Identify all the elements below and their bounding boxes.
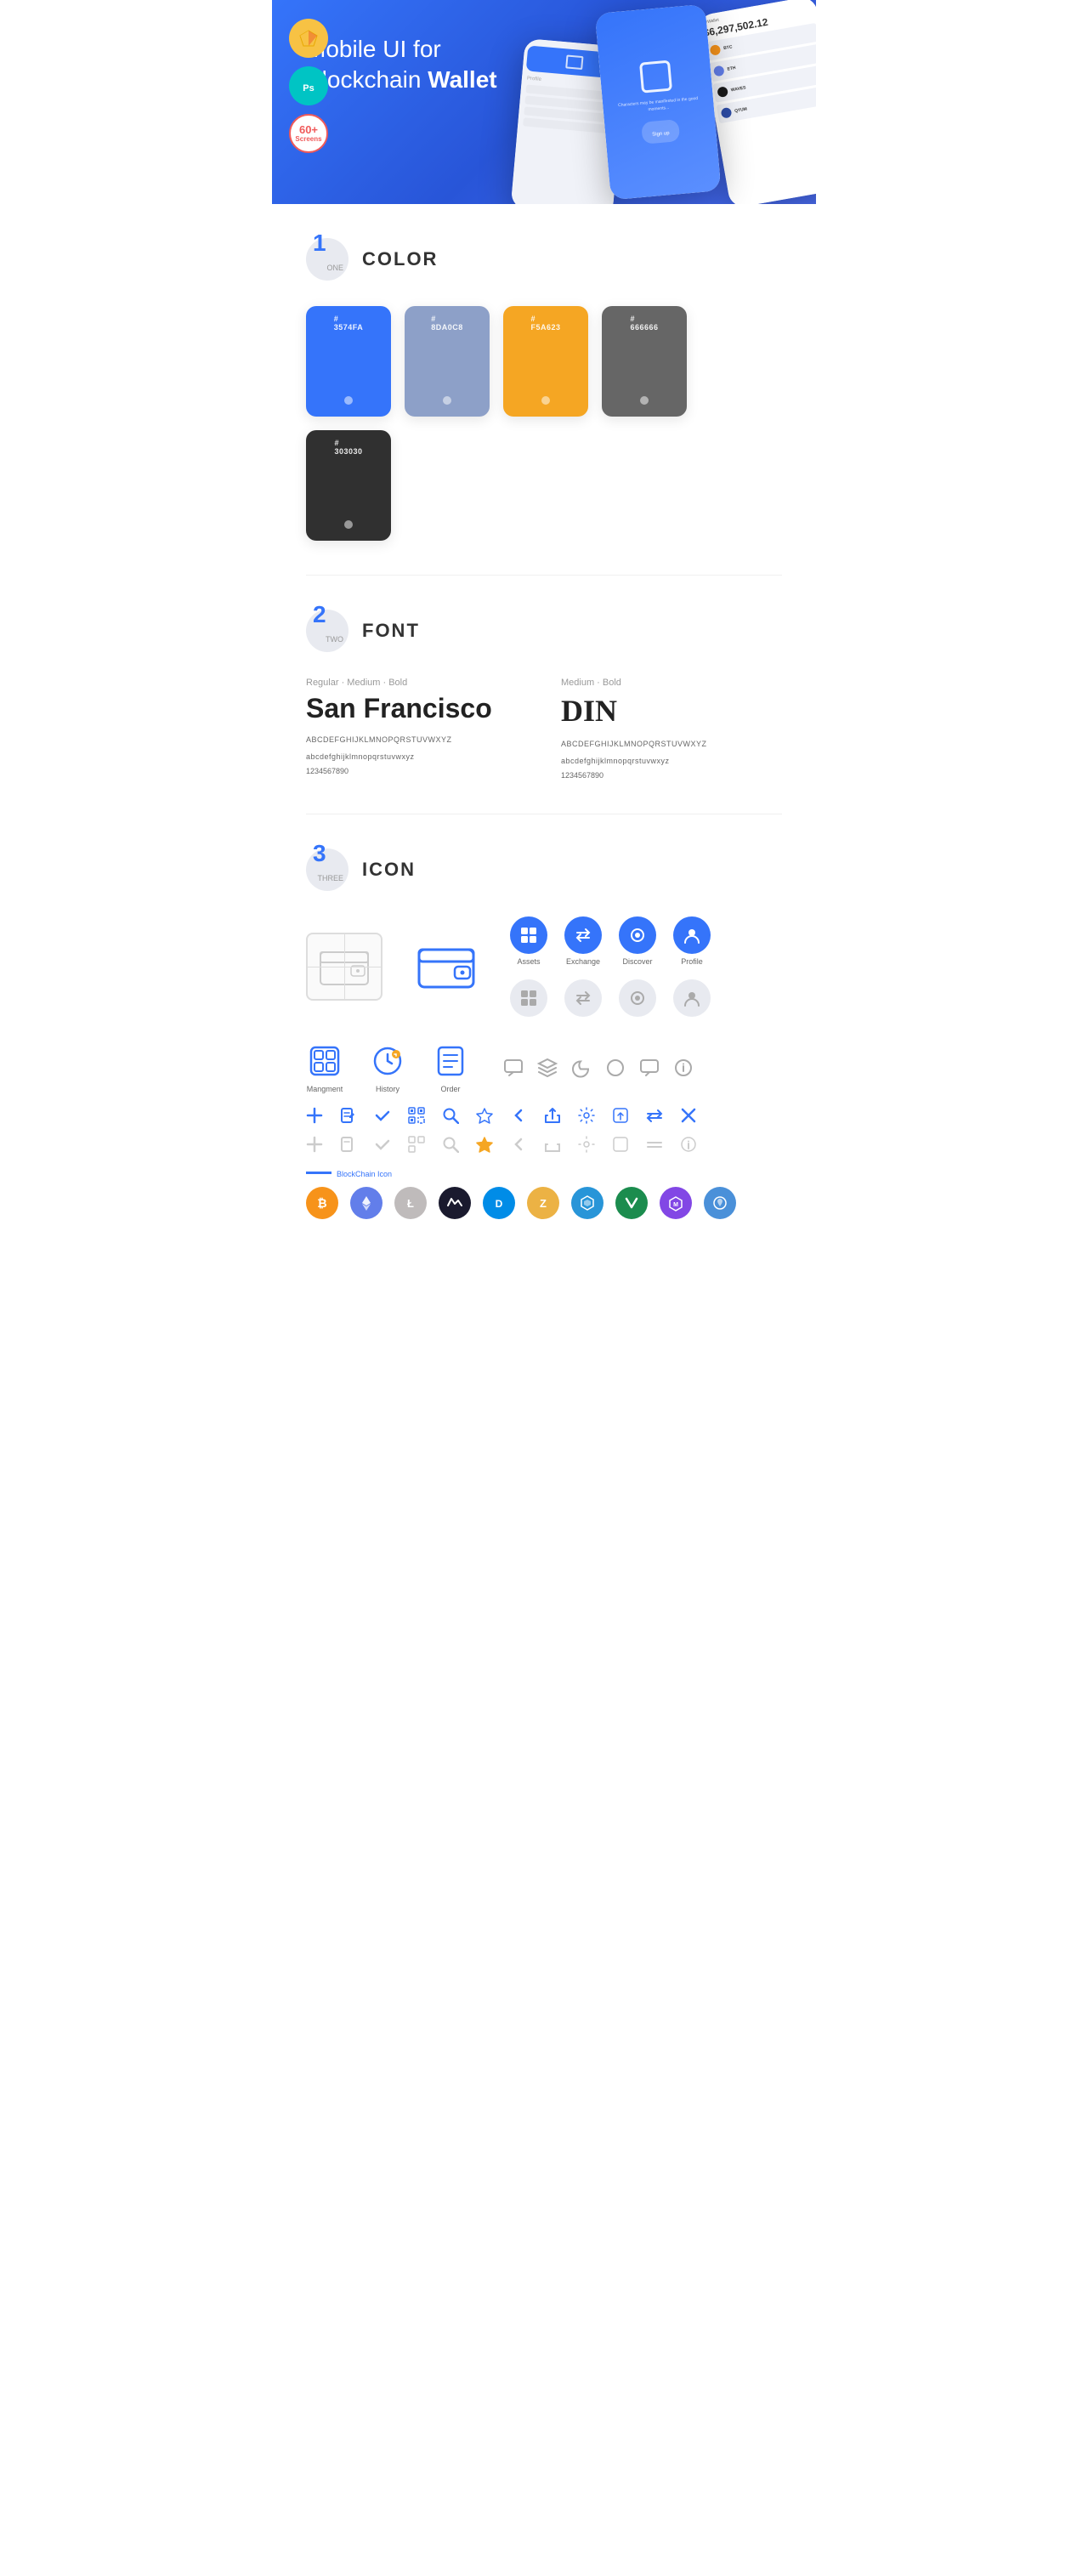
order-icon-item: Order <box>432 1042 469 1093</box>
bitcoin-icon: ₿ <box>306 1187 338 1219</box>
color-swatch-5: #303030 <box>306 430 391 541</box>
speech-icon-small <box>639 1058 660 1078</box>
phone-mockups: Profile Characters may be manifested in … <box>518 9 816 204</box>
svg-text:₿: ₿ <box>317 1196 326 1210</box>
discover-icon-gray <box>619 979 656 1017</box>
qr-icon <box>408 1107 425 1124</box>
svg-text:D: D <box>496 1198 503 1210</box>
ethereum-icon <box>350 1187 382 1219</box>
wallet-solid-icon <box>408 933 484 1001</box>
document-edit-icon <box>340 1107 357 1124</box>
svg-text:Z: Z <box>540 1197 547 1210</box>
profile-icon-gray <box>673 979 711 1017</box>
svg-text:Ps: Ps <box>303 83 314 94</box>
chat-icon-small <box>503 1058 524 1078</box>
svg-text:M: M <box>673 1202 678 1208</box>
font-section: 2 TWO FONT Regular · Medium · Bold San F… <box>272 576 816 814</box>
zcash-icon: Z <box>527 1187 559 1219</box>
color-swatch-1: #3574FA <box>306 306 391 417</box>
hero-section: Mobile UI for Blockchain Wallet UI Kit P… <box>272 0 816 204</box>
discover-icon-item: Discover <box>619 916 656 966</box>
document-edit-icon-gray <box>340 1136 357 1153</box>
font-sf: Regular · Medium · Bold San Francisco AB… <box>306 678 527 780</box>
qtum-icon <box>571 1187 604 1219</box>
swap-icon <box>646 1107 663 1124</box>
wallet-wireframe-icon <box>306 933 382 1001</box>
color-swatches: #3574FA #8DA0C8 #F5A623 #666666 #303030 <box>306 306 782 541</box>
info-icon-gray <box>680 1136 697 1153</box>
exchange-icon-gray <box>564 979 602 1017</box>
section-number-color: 1 ONE <box>306 238 348 281</box>
svg-text:Ł: Ł <box>407 1197 414 1210</box>
font-grid: Regular · Medium · Bold San Francisco AB… <box>306 678 782 780</box>
mgmt-icons-row: Mangment History <box>306 1042 782 1093</box>
color-swatch-4: #666666 <box>602 306 687 417</box>
search-icon <box>442 1107 459 1124</box>
upload-icon <box>612 1107 629 1124</box>
sto-icon <box>704 1187 736 1219</box>
management-icon-item: Mangment <box>306 1042 343 1093</box>
chevron-left-icon <box>510 1107 527 1124</box>
section-number-icon: 3 THREE <box>306 848 348 891</box>
icon-section-header: 3 THREE ICON <box>306 848 782 891</box>
assets-icon-gray <box>510 979 547 1017</box>
management-icon <box>306 1042 343 1080</box>
icon-title: ICON <box>362 859 416 881</box>
font-title: FONT <box>362 620 420 642</box>
settings-icon <box>578 1107 595 1124</box>
color-title: COLOR <box>362 248 438 270</box>
icon-section: 3 THREE ICON <box>272 814 816 1270</box>
swap-icon-gray <box>646 1136 663 1153</box>
exchange-icon <box>564 916 602 954</box>
litecoin-icon: Ł <box>394 1187 427 1219</box>
color-section-header: 1 ONE COLOR <box>306 238 782 281</box>
color-swatch-3: #F5A623 <box>503 306 588 417</box>
phone-middle: Characters may be manifested in the good… <box>595 4 722 200</box>
font-din: Medium · Bold DIN ABCDEFGHIJKLMNOPQRSTUV… <box>561 678 782 780</box>
screens-badge: 60+ Screens <box>289 114 328 153</box>
search-icon-gray <box>442 1136 459 1153</box>
dash-icon: D <box>483 1187 515 1219</box>
plus-icon-gray <box>306 1136 323 1153</box>
sketch-badge <box>289 19 328 58</box>
crypto-icons-row: ₿ Ł D Z <box>306 1187 782 1219</box>
check-icon <box>374 1107 391 1124</box>
exchange-icon-item: Exchange <box>564 916 602 966</box>
star-icon-active <box>476 1136 493 1153</box>
upload-icon-gray <box>612 1136 629 1153</box>
close-icon <box>680 1107 697 1124</box>
color-swatch-2: #8DA0C8 <box>405 306 490 417</box>
hero-badges: Ps 60+ Screens <box>289 19 328 153</box>
matic-icon: M <box>660 1187 692 1219</box>
layers-icon-small <box>537 1058 558 1078</box>
star-icon <box>476 1107 493 1124</box>
font-section-header: 2 TWO FONT <box>306 610 782 652</box>
share-icon-gray <box>544 1136 561 1153</box>
history-icon <box>369 1042 406 1080</box>
assets-icon <box>510 916 547 954</box>
history-icon-item: History <box>369 1042 406 1093</box>
chevron-left-icon-gray <box>510 1136 527 1153</box>
moon-icon-small <box>571 1058 592 1078</box>
check-icon-gray <box>374 1136 391 1153</box>
plus-icon <box>306 1107 323 1124</box>
ps-badge: Ps <box>289 66 328 105</box>
profile-icon <box>673 916 711 954</box>
blockchain-label: BlockChain Icon <box>306 1170 782 1178</box>
vtc-icon <box>615 1187 648 1219</box>
profile-icon-item: Profile <box>673 916 711 966</box>
share-icon <box>544 1107 561 1124</box>
info-icon-small <box>673 1058 694 1078</box>
discover-icon <box>619 916 656 954</box>
circle-icon-small <box>605 1058 626 1078</box>
assets-icon-item: Assets <box>510 916 547 966</box>
waves-icon <box>439 1187 471 1219</box>
section-number-font: 2 TWO <box>306 610 348 652</box>
qr-icon-gray <box>408 1136 425 1153</box>
order-icon <box>432 1042 469 1080</box>
settings-icon-gray <box>578 1136 595 1153</box>
color-section: 1 ONE COLOR #3574FA #8DA0C8 #F5A623 #666… <box>272 204 816 575</box>
